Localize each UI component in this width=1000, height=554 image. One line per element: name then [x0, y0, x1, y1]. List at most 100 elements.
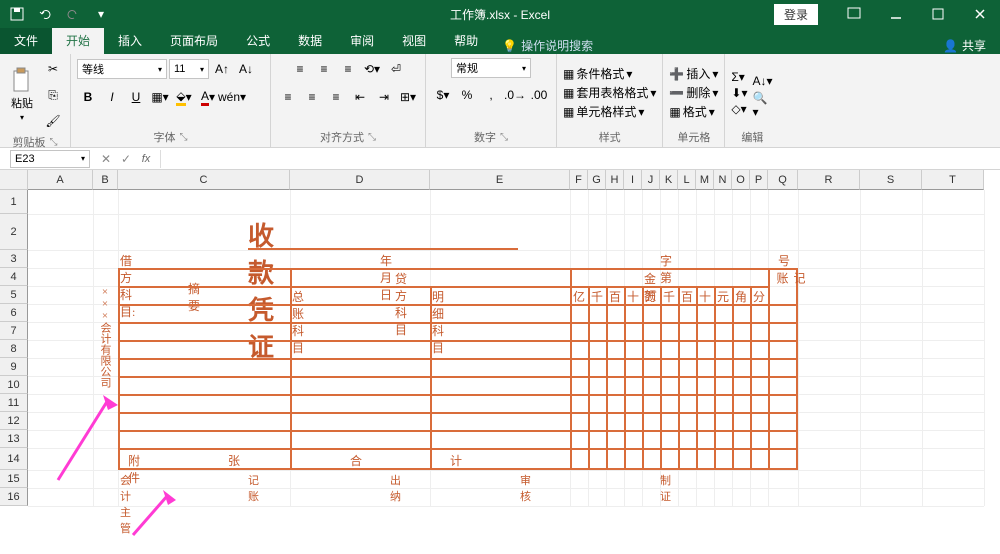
formula-input[interactable] [160, 150, 1000, 168]
cell-style-button[interactable]: ▦单元格样式▾ [563, 103, 656, 120]
column-header-N[interactable]: N [714, 170, 732, 190]
align-center-icon[interactable]: ≡ [301, 86, 323, 108]
row-header-11[interactable]: 11 [0, 394, 28, 412]
cut-icon[interactable]: ✂ [42, 58, 64, 80]
increase-indent-icon[interactable]: ⇥ [373, 86, 395, 108]
close-icon[interactable] [960, 0, 1000, 28]
row-header-14[interactable]: 14 [0, 448, 28, 470]
row-header-4[interactable]: 4 [0, 268, 28, 286]
accounting-icon[interactable]: $▾ [432, 84, 454, 106]
table-format-button[interactable]: ▦套用表格格式▾ [563, 84, 656, 101]
font-dialog-icon[interactable]: ⤡ [180, 132, 188, 143]
paste-button[interactable]: 粘贴▾ [6, 67, 38, 124]
format-painter-icon[interactable]: 🖌 [42, 110, 64, 132]
decrease-decimal-icon[interactable]: .00 [528, 84, 550, 106]
border-icon[interactable]: ▦▾ [149, 86, 171, 108]
column-header-B[interactable]: B [93, 170, 118, 190]
comma-icon[interactable]: , [480, 84, 502, 106]
insert-cells-button[interactable]: ➕插入▾ [669, 65, 718, 82]
bold-button[interactable]: B [77, 86, 99, 108]
fill-color-icon[interactable]: ⬙▾ [173, 86, 195, 108]
format-cells-button[interactable]: ▦格式▾ [669, 103, 718, 120]
decrease-font-icon[interactable]: A↓ [235, 58, 257, 80]
align-bottom-icon[interactable]: ≡ [337, 58, 359, 80]
align-top-icon[interactable]: ≡ [289, 58, 311, 80]
column-header-S[interactable]: S [860, 170, 922, 190]
enter-icon[interactable]: ✓ [116, 149, 136, 169]
redo-icon[interactable] [64, 5, 82, 23]
column-header-R[interactable]: R [798, 170, 860, 190]
row-header-16[interactable]: 16 [0, 488, 28, 506]
row-header-2[interactable]: 2 [0, 214, 28, 250]
fill-button[interactable]: ⬇▾ [731, 86, 747, 100]
increase-decimal-icon[interactable]: .0→ [504, 84, 526, 106]
column-header-I[interactable]: I [624, 170, 642, 190]
tab-review[interactable]: 审阅 [336, 27, 388, 54]
orientation-icon[interactable]: ⟲▾ [361, 58, 383, 80]
ribbon-display-icon[interactable] [834, 0, 874, 28]
column-header-C[interactable]: C [118, 170, 290, 190]
wrap-text-icon[interactable]: ⏎ [385, 58, 407, 80]
merge-icon[interactable]: ⊞▾ [397, 86, 419, 108]
italic-button[interactable]: I [101, 86, 123, 108]
column-header-H[interactable]: H [606, 170, 624, 190]
column-header-A[interactable]: A [28, 170, 93, 190]
sort-filter-icon[interactable]: A↓▾ [751, 70, 773, 92]
column-header-Q[interactable]: Q [768, 170, 798, 190]
select-all-corner[interactable] [0, 170, 28, 190]
number-format-combo[interactable]: 常规▾ [451, 58, 531, 78]
align-left-icon[interactable]: ≡ [277, 86, 299, 108]
row-headers[interactable]: 12345678910111213141516 [0, 190, 28, 506]
column-header-G[interactable]: G [588, 170, 606, 190]
column-header-D[interactable]: D [290, 170, 430, 190]
copy-icon[interactable]: ⎘ [42, 84, 64, 106]
align-right-icon[interactable]: ≡ [325, 86, 347, 108]
column-header-K[interactable]: K [660, 170, 678, 190]
autosum-button[interactable]: Σ▾ [731, 70, 747, 84]
name-box[interactable]: E23▾ [10, 150, 90, 168]
conditional-format-button[interactable]: ▦条件格式▾ [563, 65, 656, 82]
font-name-combo[interactable]: 等线▾ [77, 59, 167, 79]
cancel-icon[interactable]: ✕ [96, 149, 116, 169]
row-header-1[interactable]: 1 [0, 190, 28, 214]
row-header-8[interactable]: 8 [0, 340, 28, 358]
decrease-indent-icon[interactable]: ⇤ [349, 86, 371, 108]
tab-file[interactable]: 文件 [0, 27, 52, 54]
column-header-F[interactable]: F [570, 170, 588, 190]
column-header-T[interactable]: T [922, 170, 984, 190]
tab-home[interactable]: 开始 [52, 27, 104, 54]
qat-dropdown-icon[interactable]: ▾ [92, 5, 110, 23]
tab-formulas[interactable]: 公式 [232, 27, 284, 54]
font-color-icon[interactable]: A▾ [197, 86, 219, 108]
percent-icon[interactable]: % [456, 84, 478, 106]
row-header-9[interactable]: 9 [0, 358, 28, 376]
column-header-M[interactable]: M [696, 170, 714, 190]
fx-icon[interactable]: fx [136, 149, 156, 169]
tab-view[interactable]: 视图 [388, 27, 440, 54]
align-middle-icon[interactable]: ≡ [313, 58, 335, 80]
find-icon[interactable]: 🔍▾ [751, 94, 773, 116]
clipboard-dialog-icon[interactable]: ⤡ [50, 137, 58, 148]
clear-button[interactable]: ◇▾ [731, 102, 747, 116]
maximize-icon[interactable] [918, 0, 958, 28]
row-header-6[interactable]: 6 [0, 304, 28, 322]
column-header-O[interactable]: O [732, 170, 750, 190]
column-headers[interactable]: ABCDEFGHIJKLMNOPQRST [28, 170, 984, 190]
save-icon[interactable] [8, 5, 26, 23]
spreadsheet-grid[interactable]: ABCDEFGHIJKLMNOPQRST 1234567891011121314… [0, 170, 1000, 554]
row-header-15[interactable]: 15 [0, 470, 28, 488]
row-header-3[interactable]: 3 [0, 250, 28, 268]
font-size-combo[interactable]: 11▾ [169, 59, 209, 79]
share-button[interactable]: 👤 共享 [929, 37, 1000, 54]
row-header-5[interactable]: 5 [0, 286, 28, 304]
undo-icon[interactable] [36, 5, 54, 23]
alignment-dialog-icon[interactable]: ⤡ [368, 132, 376, 143]
number-dialog-icon[interactable]: ⤡ [500, 132, 508, 143]
column-header-J[interactable]: J [642, 170, 660, 190]
tell-me-search[interactable]: 💡 操作说明搜索 [492, 37, 603, 54]
column-header-E[interactable]: E [430, 170, 570, 190]
column-header-L[interactable]: L [678, 170, 696, 190]
minimize-icon[interactable] [876, 0, 916, 28]
increase-font-icon[interactable]: A↑ [211, 58, 233, 80]
column-header-P[interactable]: P [750, 170, 768, 190]
